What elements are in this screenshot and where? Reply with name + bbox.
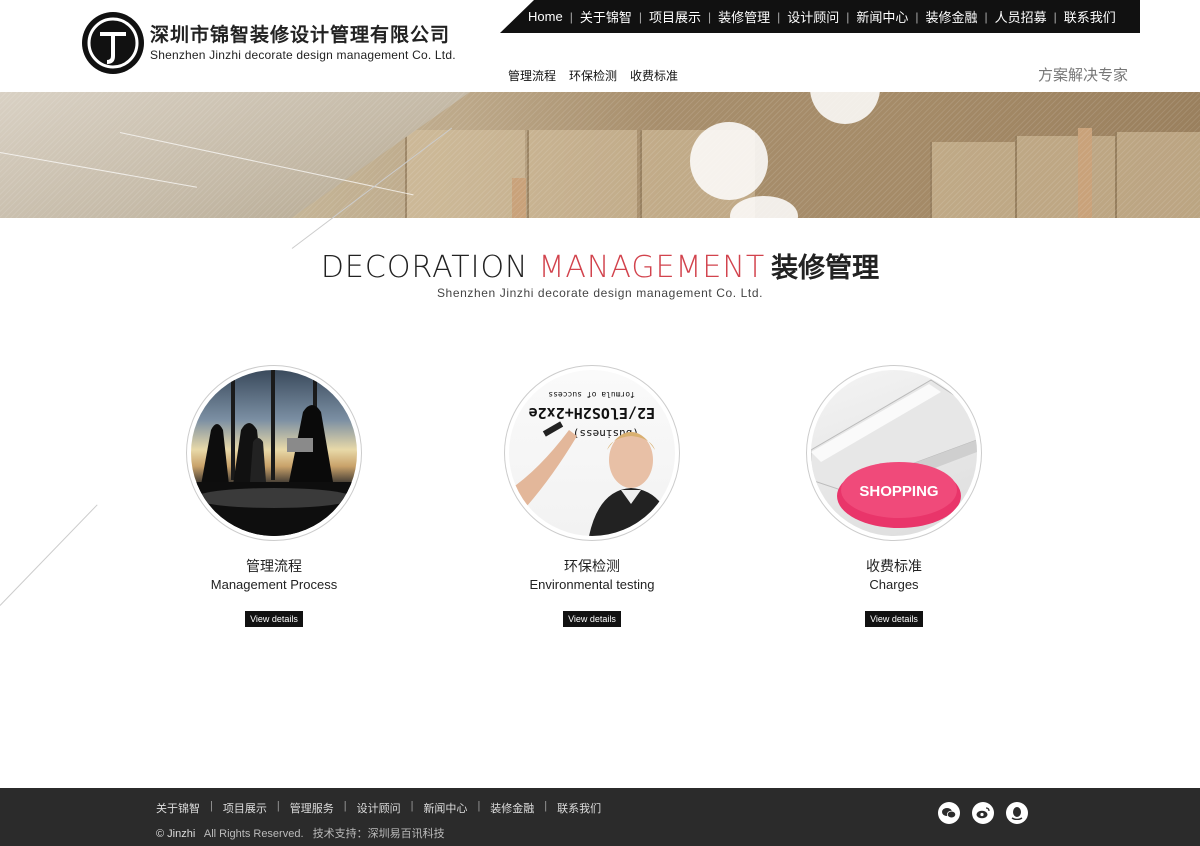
nav-separator: | [638,9,642,24]
card-environmental-testing: formula of success E2/ElOS2H+2x2e (busin… [504,365,680,627]
title-cn: 装修管理 [771,253,880,284]
footer-link-design[interactable]: 设计顾问 [357,800,401,816]
footer-link-finance[interactable]: 装修金融 [490,800,534,816]
nav-separator: | [915,9,919,24]
weibo-icon[interactable] [972,802,994,824]
nav-separator: | [777,9,781,24]
view-details-button[interactable]: View details [865,611,923,627]
sub-navigation: 管理流程 环保检测 收费标准 [508,67,691,84]
shopping-key-image: SHOPPING [811,370,977,536]
card-image-frame[interactable]: formula of success E2/ElOS2H+2x2e (busin… [504,365,680,541]
card-charges: SHOPPING 收费标准 Charges View details [806,365,982,627]
nav-management[interactable]: 装修管理 [718,7,770,26]
nav-recruitment[interactable]: 人员招募 [995,7,1047,26]
logo[interactable]: 深圳市锦智装修设计管理有限公司 Shenzhen Jinzhi decorate… [82,12,456,74]
nav-separator: | [984,9,988,24]
card-title-cn: 管理流程 [246,559,302,575]
footer-link-about[interactable]: 关于锦智 [156,800,200,816]
logo-mark-icon [82,12,144,74]
business-meeting-image [191,370,357,536]
card-title-en: Charges [869,577,919,592]
board-text-line-1: formula of success [548,390,635,399]
nav-separator: | [846,9,850,24]
header: 深圳市锦智装修设计管理有限公司 Shenzhen Jinzhi decorate… [0,0,1200,92]
card-image-frame[interactable] [186,365,362,541]
footer-link-services[interactable]: 管理服务 [290,800,334,816]
copyright-rights: All Rights Reserved. [203,828,304,840]
card-management-process: 管理流程 Management Process View details [186,365,362,627]
nav-home[interactable]: Home [528,9,563,24]
footer-link-news[interactable]: 新闻中心 [423,800,467,816]
subnav-process[interactable]: 管理流程 [508,67,556,84]
shopping-key-label: SHOPPING [859,483,938,500]
decorative-line [0,504,98,606]
subnav-charges[interactable]: 收费标准 [630,67,678,84]
footer-link-contact[interactable]: 联系我们 [557,800,601,816]
card-image-frame[interactable]: SHOPPING [806,365,982,541]
card-title-en: Management Process [210,577,338,592]
copyright-brand: © Jinzhi [156,828,196,840]
nav-design-consulting[interactable]: 设计顾问 [787,7,839,26]
subnav-environmental[interactable]: 环保检测 [569,67,617,84]
social-links [926,802,1028,824]
view-details-button[interactable]: View details [563,611,621,627]
nav-projects[interactable]: 项目展示 [649,7,701,26]
company-name-cn: 深圳市锦智装修设计管理有限公司 [150,24,451,46]
copyright: © Jinzhi All Rights Reserved. 技术支持：深圳易百讯… [156,825,445,841]
nav-separator: | [707,9,712,24]
top-navigation: Home | 关于锦智 | 项目展示 | 装修管理 | 设计顾问 | 新闻中心 … [528,0,1116,33]
qq-icon[interactable] [1006,802,1028,824]
nav-finance[interactable]: 装修金融 [926,7,978,26]
section-subtitle: Shenzhen Jinzhi decorate design manageme… [436,286,764,300]
wechat-icon[interactable] [938,802,960,824]
title-en-part1: DECORATION [320,250,529,285]
card-title-en: Environmental testing [529,577,655,592]
title-en-part2: MANAGEMENT [538,250,766,285]
view-details-button[interactable]: View details [245,611,303,627]
footer-link-projects[interactable]: 项目展示 [223,800,267,816]
company-name-en: Shenzhen Jinzhi decorate design manageme… [150,48,456,62]
card-title-cn: 环保检测 [564,559,620,575]
woman-writing-formula-image: formula of success E2/ElOS2H+2x2e (busin… [509,370,675,536]
nav-news[interactable]: 新闻中心 [856,7,908,26]
nav-contact[interactable]: 联系我们 [1064,7,1116,26]
section-heading: DECORATION MANAGEMENT 装修管理 Shenzhen Jinz… [0,246,1200,300]
nav-separator: | [569,9,573,24]
banner-image [0,92,1200,218]
nav-separator: | [1053,9,1057,24]
board-text-line-2: E2/ElOS2H+2x2e [529,404,655,422]
nav-about[interactable]: 关于锦智 [580,7,632,26]
slogan: 方案解决专家 [1037,66,1128,84]
footer-navigation: 关于锦智 | 项目展示 | 管理服务 | 设计顾问 | 新闻中心 | 装修金融 … [156,800,602,816]
footer: 关于锦智 | 项目展示 | 管理服务 | 设计顾问 | 新闻中心 | 装修金融 … [0,788,1200,846]
card-title-cn: 收费标准 [866,559,922,575]
tech-support: 技术支持：深圳易百讯科技 [312,828,445,840]
